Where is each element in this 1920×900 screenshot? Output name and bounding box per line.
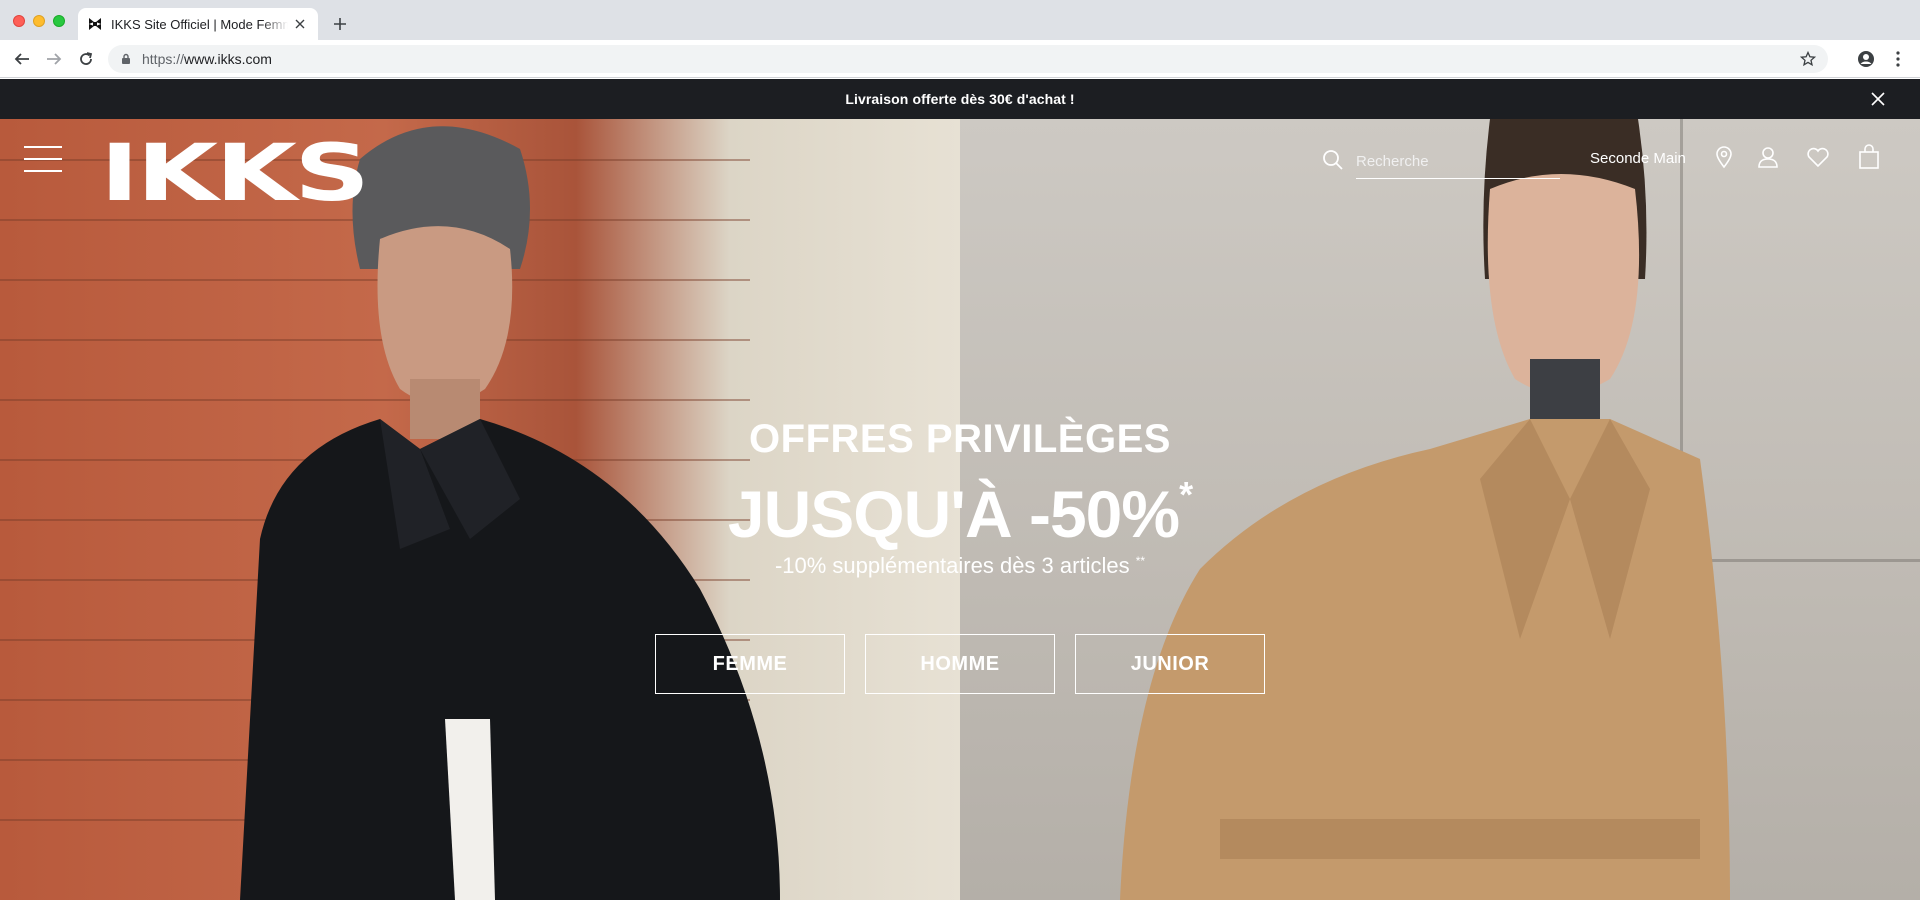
wishlist-heart-icon[interactable] [1805,144,1831,170]
site-search [1322,145,1562,179]
femme-button[interactable]: FEMME [655,634,845,694]
browser-toolbar: https://www.ikks.com [0,40,1920,78]
hero-kicker: OFFRES PRIVILÈGES [749,417,1171,461]
hamburger-menu-icon[interactable] [24,143,64,175]
url-text: https://www.ikks.com [142,51,272,67]
ikks-favicon-icon [89,18,101,30]
hero-copy: OFFRES PRIVILÈGES JUSQU'À -50%* -10% sup… [0,419,1920,577]
hero-subline: -10% supplémentaires dès 3 articles ** [774,553,1146,578]
search-input[interactable] [1356,145,1560,179]
lock-icon [122,53,130,64]
new-tab-plus-icon[interactable] [330,14,350,34]
window-close-button[interactable] [13,15,25,27]
reload-icon[interactable] [76,49,96,69]
browser-menu-icon[interactable] [1888,49,1908,69]
ikks-logo[interactable]: IKKS [100,135,370,213]
tab-close-icon[interactable] [292,16,308,32]
account-user-icon[interactable] [1755,144,1781,170]
hero-banner: IKKS Seconde Main OFFRES PRIVILÈGES JUSQ… [0,119,1920,900]
hero-headline: JUSQU'À -50%* [727,474,1193,551]
junior-button[interactable]: JUNIOR [1075,634,1265,694]
promo-banner-text: Livraison offerte dès 30€ d'achat ! [845,91,1075,107]
bookmark-star-icon[interactable] [1800,51,1816,67]
store-locator-pin-icon[interactable] [1711,144,1737,170]
promo-banner: Livraison offerte dès 30€ d'achat ! [0,79,1920,119]
forward-arrow-icon[interactable] [44,49,64,69]
window-zoom-button[interactable] [53,15,65,27]
headline-footnote-mark: * [1179,474,1193,515]
hero-cta-row: FEMME HOMME JUNIOR [655,634,1265,694]
window-minimize-button[interactable] [33,15,45,27]
back-arrow-icon[interactable] [12,49,32,69]
search-icon[interactable] [1322,149,1344,171]
browser-tab-active[interactable]: IKKS Site Officiel | Mode Femme [78,8,318,40]
profile-avatar-icon[interactable] [1856,49,1876,69]
homme-button[interactable]: HOMME [865,634,1055,694]
shopping-bag-icon[interactable] [1856,144,1882,170]
promo-close-icon[interactable] [1870,91,1886,107]
subline-footnote-mark: ** [1135,554,1146,568]
tab-title: IKKS Site Officiel | Mode Femme [111,16,288,32]
browser-tab-bar: IKKS Site Officiel | Mode Femme [0,0,1920,40]
address-bar[interactable]: https://www.ikks.com [108,45,1828,73]
seconde-main-link[interactable]: Seconde Main [1590,150,1686,167]
